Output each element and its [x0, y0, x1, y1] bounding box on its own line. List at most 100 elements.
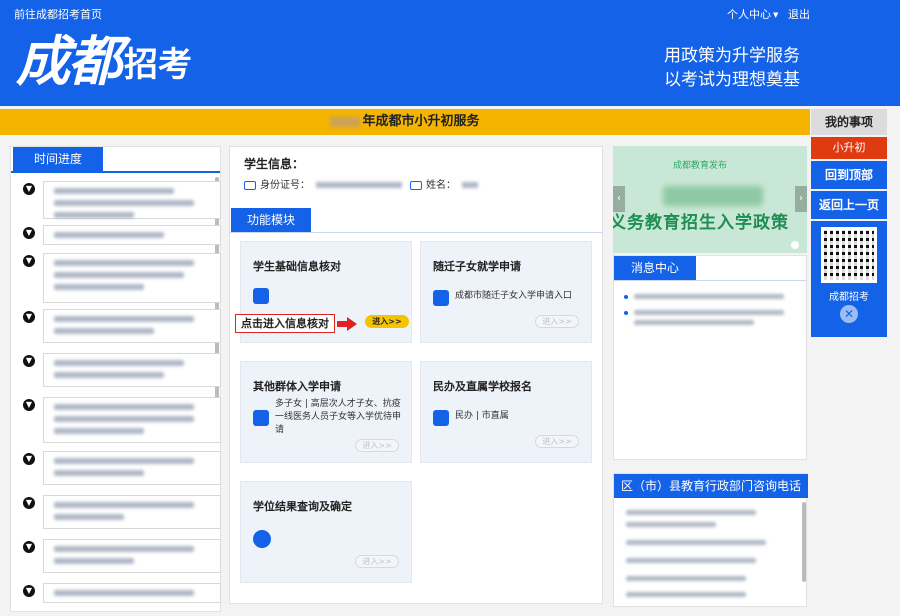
- user-card-icon: [410, 180, 422, 190]
- slogan-line-2: 以考试为理想奠基: [664, 70, 800, 90]
- student-id: 身份证号：: [244, 176, 402, 191]
- logout-link[interactable]: 退出: [788, 6, 810, 22]
- timeline-card: [43, 495, 221, 529]
- callout-label: 点击进入信息核对: [235, 314, 335, 333]
- contact-panel: 区（市）县教育行政部门咨询电话: [613, 473, 808, 607]
- slogan-line-1: 用政策为升学服务: [664, 46, 800, 66]
- card-migrant-children[interactable]: 随迁子女就学申请 成都市随迁子女入学申请入口 进入>>: [420, 241, 592, 343]
- logo-main: 成都: [16, 29, 122, 93]
- arrow-down-icon: ▼: [23, 453, 35, 465]
- function-divider: [230, 232, 602, 233]
- user-center-menu[interactable]: 个人中心 ▼: [727, 6, 778, 22]
- close-icon[interactable]: ✕: [840, 305, 858, 323]
- contact-tab[interactable]: 区（市）县教育行政部门咨询电话: [614, 474, 808, 498]
- card-title: 其他群体入学申请: [253, 380, 341, 393]
- banner-text: 义务教育招生入学政策: [613, 213, 789, 233]
- qr-label: 成都招考: [829, 292, 869, 303]
- banner-brand: 成都教育发布: [673, 161, 728, 171]
- student-info-title: 学生信息：: [244, 157, 305, 171]
- enter-button[interactable]: 进入>>: [535, 435, 579, 448]
- enter-button[interactable]: 进入>>: [355, 439, 399, 452]
- sidebar-item-primary-to-middle[interactable]: 小升初: [811, 137, 887, 159]
- document-icon: [253, 530, 271, 548]
- service-title-band: 年成都市小升初服务: [0, 109, 810, 135]
- qr-code: [821, 227, 877, 283]
- contact-scrollbar[interactable]: [802, 502, 806, 582]
- arrow-down-icon: ▼: [23, 585, 35, 597]
- arrow-down-icon: ▼: [23, 255, 35, 267]
- student-name: 姓名：: [410, 176, 478, 191]
- timeline-card: [43, 309, 221, 343]
- back-previous-button[interactable]: 返回上一页: [811, 191, 887, 219]
- contact-row: [626, 576, 746, 581]
- chevron-left-icon[interactable]: ‹: [613, 186, 625, 212]
- news-panel: 消息中心: [613, 255, 807, 460]
- monitor-icon: [253, 410, 269, 426]
- link-icon: [433, 290, 449, 306]
- function-module-tab[interactable]: 功能模块: [231, 208, 311, 232]
- card-title: 民办及直属学校报名: [433, 380, 532, 393]
- arrow-down-icon: ▼: [23, 355, 35, 367]
- contact-row: [626, 510, 756, 515]
- id-card-icon: [244, 180, 256, 190]
- arrow-down-icon: ▼: [23, 183, 35, 195]
- bullet-icon: [624, 295, 628, 299]
- enter-button[interactable]: 进入>>: [535, 315, 579, 328]
- site-logo: 成都 招考: [16, 26, 192, 100]
- card-desc: 多子女 | 高层次人才子女、抗疫一线医务人员子女等入学优待申请: [275, 399, 402, 435]
- enter-button[interactable]: 进入>>: [355, 555, 399, 568]
- arrow-down-icon: ▼: [23, 227, 35, 239]
- arrow-down-icon: ▼: [23, 541, 35, 553]
- card-other-groups[interactable]: 其他群体入学申请 多子女 | 高层次人才子女、抗疫一线医务人员子女等入学优待申请…: [240, 361, 412, 463]
- back-to-top-button[interactable]: 回到顶部: [811, 161, 887, 189]
- banner-graphic: [663, 186, 763, 206]
- arrow-down-icon: ▼: [23, 399, 35, 411]
- slogan: 用政策为升学服务 以考试为理想奠基: [664, 44, 800, 92]
- enter-button[interactable]: 进入>>: [365, 315, 409, 328]
- timeline-card: [43, 583, 221, 603]
- redacted-year: [330, 116, 361, 127]
- timeline-card: [43, 181, 221, 219]
- news-divider: [614, 280, 806, 281]
- bullet-icon: [624, 311, 628, 315]
- carousel-dot[interactable]: [791, 241, 799, 249]
- timeline-card: [43, 225, 221, 245]
- news-tab[interactable]: 消息中心: [614, 256, 696, 280]
- id-label: 身份证号：: [260, 180, 310, 191]
- home-link[interactable]: 前往成都招考首页: [14, 6, 102, 22]
- school-icon: [433, 410, 449, 426]
- user-icon: [253, 288, 269, 304]
- arrow-down-icon: ▼: [23, 311, 35, 323]
- main-panel: 学生信息： 身份证号： 姓名： 功能模块 学生基础信息核对 进入>> 随迁子女就…: [229, 146, 603, 604]
- timeline-divider: [11, 171, 220, 173]
- my-items-title: 我的事项: [811, 109, 887, 135]
- contact-row: [626, 558, 756, 563]
- contact-row: [626, 522, 716, 527]
- policy-banner[interactable]: 成都教育发布 义务教育招生入学政策 ‹ ›: [613, 146, 807, 253]
- card-desc: 民办 | 市直属: [455, 411, 509, 421]
- card-private-schools[interactable]: 民办及直属学校报名 民办 | 市直属 进入>>: [420, 361, 592, 463]
- card-title: 随迁子女就学申请: [433, 260, 521, 273]
- timeline-panel: 时间进度 ▼ ▼ ▼ ▼ ▼ ▼ ▼ ▼ ▼ ▼: [10, 146, 221, 612]
- right-sidebar: 我的事项 小升初 回到顶部 返回上一页 成都招考 ✕: [811, 109, 887, 337]
- timeline-card: [43, 253, 221, 303]
- card-desc: 成都市随迁子女入学申请入口: [455, 291, 573, 301]
- name-label: 姓名：: [426, 180, 456, 191]
- redacted-id: [316, 182, 402, 188]
- contact-row: [626, 592, 746, 597]
- chevron-right-icon[interactable]: ›: [795, 186, 807, 212]
- card-title: 学位结果查询及确定: [253, 500, 352, 513]
- contact-row: [626, 540, 766, 545]
- arrow-down-icon: ▼: [23, 497, 35, 509]
- logo-sub: 招考: [124, 45, 192, 85]
- timeline-card: [43, 451, 221, 485]
- chevron-down-icon: ▼: [773, 11, 779, 19]
- timeline-tab[interactable]: 时间进度: [13, 147, 103, 171]
- redacted-name: [462, 182, 478, 188]
- card-result-query[interactable]: 学位结果查询及确定 进入>>: [240, 481, 412, 583]
- site-header: 前往成都招考首页 个人中心 ▼ 退出 成都 招考 用政策为升学服务 以考试为理想奠基: [0, 0, 900, 106]
- timeline-card: [43, 539, 221, 573]
- timeline-card: [43, 397, 221, 443]
- card-title: 学生基础信息核对: [253, 260, 341, 273]
- service-title: 年成都市小升初服务: [362, 114, 480, 129]
